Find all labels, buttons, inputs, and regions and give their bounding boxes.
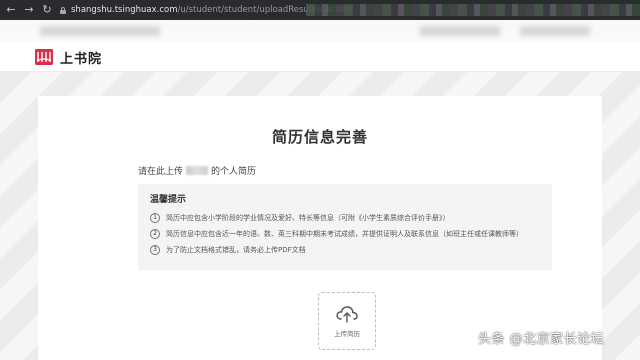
forward-button[interactable]: →: [22, 3, 36, 17]
book-logo-icon: [34, 48, 54, 66]
tip-number: 2: [150, 229, 160, 239]
arrow-right-icon: →: [24, 3, 34, 16]
browser-toolbar: ← → ↻ shangshu.tsinghuax.com/u/student/s…: [0, 0, 640, 20]
tips-title: 温馨提示: [150, 195, 187, 205]
intro-prefix: 请在此上传: [138, 167, 184, 177]
tip-item: 1 简历中应包含小学阶段的学业情况及爱好、特长等信息（可附《小学生素质综合评价手…: [150, 213, 540, 223]
blurred-banner-text: [520, 26, 590, 36]
upload-resume-button[interactable]: 上传简历: [318, 292, 376, 350]
reload-button[interactable]: ↻: [40, 3, 54, 17]
resume-card: 简历信息完善 请在此上传 的个人简历 温馨提示 1 简历中应包含小学阶段的学业情…: [38, 96, 602, 360]
arrow-left-icon: ←: [6, 3, 16, 16]
tip-item: 3 为了防止文档格式错乱，请务必上传PDF文档: [150, 245, 540, 255]
cloud-upload-icon: [336, 306, 358, 323]
site-logo[interactable]: 上书院: [34, 47, 102, 67]
tip-number: 1: [150, 213, 160, 223]
url-host: shangshu.tsinghuax.com: [71, 5, 178, 15]
top-banner: [0, 20, 640, 42]
tips-box: 温馨提示 1 简历中应包含小学阶段的学业情况及爱好、特长等信息（可附《小学生素质…: [138, 184, 552, 270]
blurred-extensions: [306, 4, 640, 16]
reload-icon: ↻: [42, 3, 52, 16]
intro-text: 请在此上传 的个人简历: [138, 164, 256, 177]
logo-text: 上书院: [60, 51, 103, 67]
tip-text: 为了防止文档格式错乱，请务必上传PDF文档: [166, 246, 306, 254]
back-button[interactable]: ←: [4, 3, 18, 17]
blurred-banner-text: [420, 26, 500, 36]
page-title: 简历信息完善: [271, 128, 368, 146]
tip-text: 简历信息中应包含近一年的语、数、英三科期中期末考试成绩，并提供证明人及联系信息（…: [166, 230, 523, 238]
blurred-banner-text: [40, 26, 160, 36]
lock-icon: [60, 6, 66, 14]
site-header: 上书院: [0, 42, 640, 72]
tip-item: 2 简历信息中应包含近一年的语、数、英三科期中期末考试成绩，并提供证明人及联系信…: [150, 229, 540, 239]
watermark: 头条 @北京家长论坛: [478, 332, 605, 347]
upload-label: 上传简历: [334, 330, 360, 338]
tip-number: 3: [150, 245, 160, 255]
intro-suffix: 的个人简历: [211, 167, 257, 177]
tip-text: 简历中应包含小学阶段的学业情况及爱好、特长等信息（可附《小学生素质综合评价手册》…: [166, 214, 450, 222]
masked-student-name: [186, 166, 209, 175]
